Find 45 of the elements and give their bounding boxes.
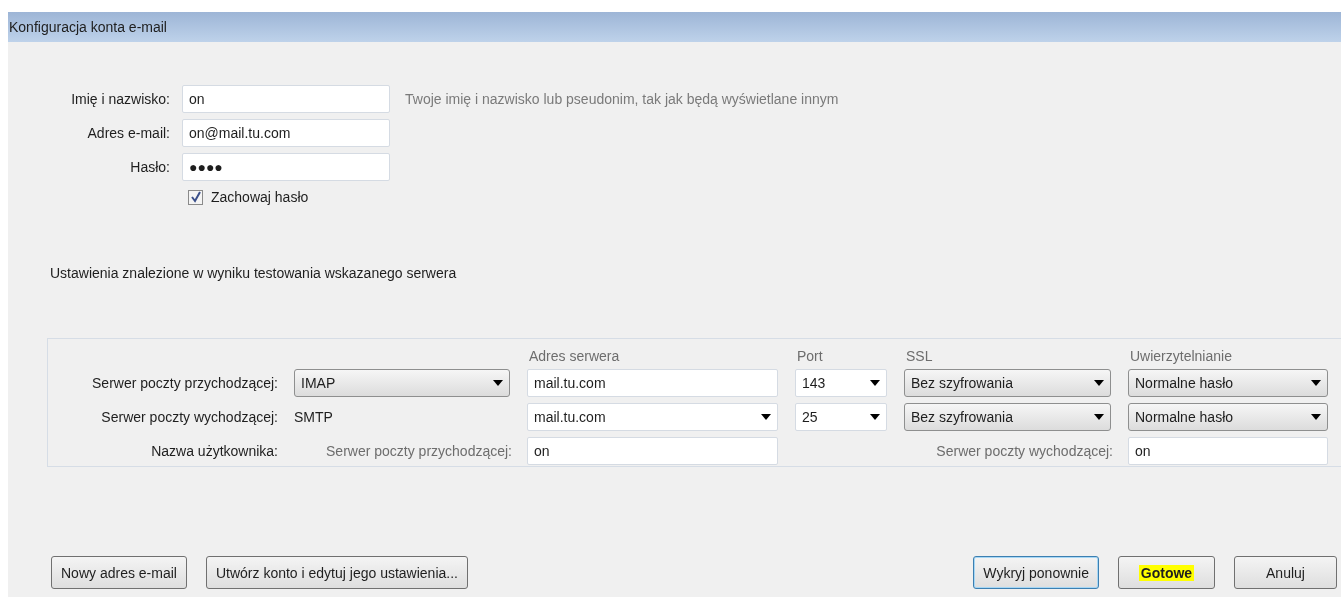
- caret-icon[interactable]: [1311, 414, 1321, 420]
- dropdown[interactable]: Bez szyfrowania: [904, 369, 1111, 397]
- field-label: Serwer poczty wychodzącej:: [935, 443, 1113, 459]
- status-message: Ustawienia znalezione w wyniku testowania wskazanego serwera: [50, 265, 458, 281]
- caret-icon[interactable]: [1311, 380, 1321, 386]
- caret-icon[interactable]: [1094, 414, 1104, 420]
- caret-icon[interactable]: [870, 414, 880, 420]
- column-header: Adres serwera: [528, 348, 621, 364]
- caret-icon[interactable]: [870, 380, 880, 386]
- row-label: Serwer poczty przychodzącej:: [91, 375, 279, 391]
- checkbox[interactable]: [188, 189, 203, 205]
- dialog-button[interactable]: Wykryj ponownie: [973, 556, 1099, 589]
- caret-icon[interactable]: [761, 414, 771, 420]
- column-header: SSL: [905, 348, 934, 364]
- dialog-button[interactable]: Anuluj: [1234, 556, 1337, 589]
- combo-field[interactable]: 25: [795, 403, 887, 431]
- combo-field[interactable]: 143: [795, 369, 887, 397]
- row-label: Nazwa użytkownika:: [150, 443, 279, 459]
- checkbox-label[interactable]: Zachowaj hasło: [211, 189, 309, 205]
- dropdown[interactable]: IMAP: [294, 369, 510, 397]
- field-value: SMTP: [293, 409, 334, 425]
- input-field[interactable]: mail.tu.com: [527, 369, 778, 397]
- input-field[interactable]: on: [527, 437, 778, 465]
- dialog-button[interactable]: Gotowe: [1118, 556, 1215, 589]
- dialog-button[interactable]: Nowy adres e-mail: [51, 556, 187, 589]
- column-header: Uwierzytelnianie: [1129, 348, 1233, 364]
- field-label: Imię i nazwisko:: [70, 91, 170, 107]
- column-header: Port: [796, 348, 824, 364]
- dropdown[interactable]: Normalne hasło: [1128, 369, 1328, 397]
- input-field[interactable]: on: [1128, 437, 1328, 465]
- input-field[interactable]: on: [182, 85, 390, 113]
- field-label: Serwer poczty przychodzącej:: [325, 443, 512, 459]
- input-field[interactable]: on@mail.tu.com: [182, 119, 390, 147]
- field-hint: Twoje imię i nazwisko lub pseudonim, tak jak będą wyświetlane innym: [404, 91, 840, 107]
- dialog-button[interactable]: Utwórz konto i edytuj jego ustawienia...: [205, 556, 468, 589]
- combo-field[interactable]: mail.tu.com: [527, 403, 778, 431]
- input-field[interactable]: ●●●●: [182, 153, 390, 181]
- caret-icon[interactable]: [493, 380, 503, 386]
- window-title: Konfiguracja konta e-mail: [9, 19, 167, 35]
- caret-icon[interactable]: [1094, 380, 1104, 386]
- field-label: Adres e-mail:: [86, 125, 170, 141]
- field-label: Hasło:: [129, 159, 170, 175]
- dropdown[interactable]: Normalne hasło: [1128, 403, 1328, 431]
- row-label: Serwer poczty wychodzącej:: [100, 409, 279, 425]
- dropdown[interactable]: Bez szyfrowania: [904, 403, 1111, 431]
